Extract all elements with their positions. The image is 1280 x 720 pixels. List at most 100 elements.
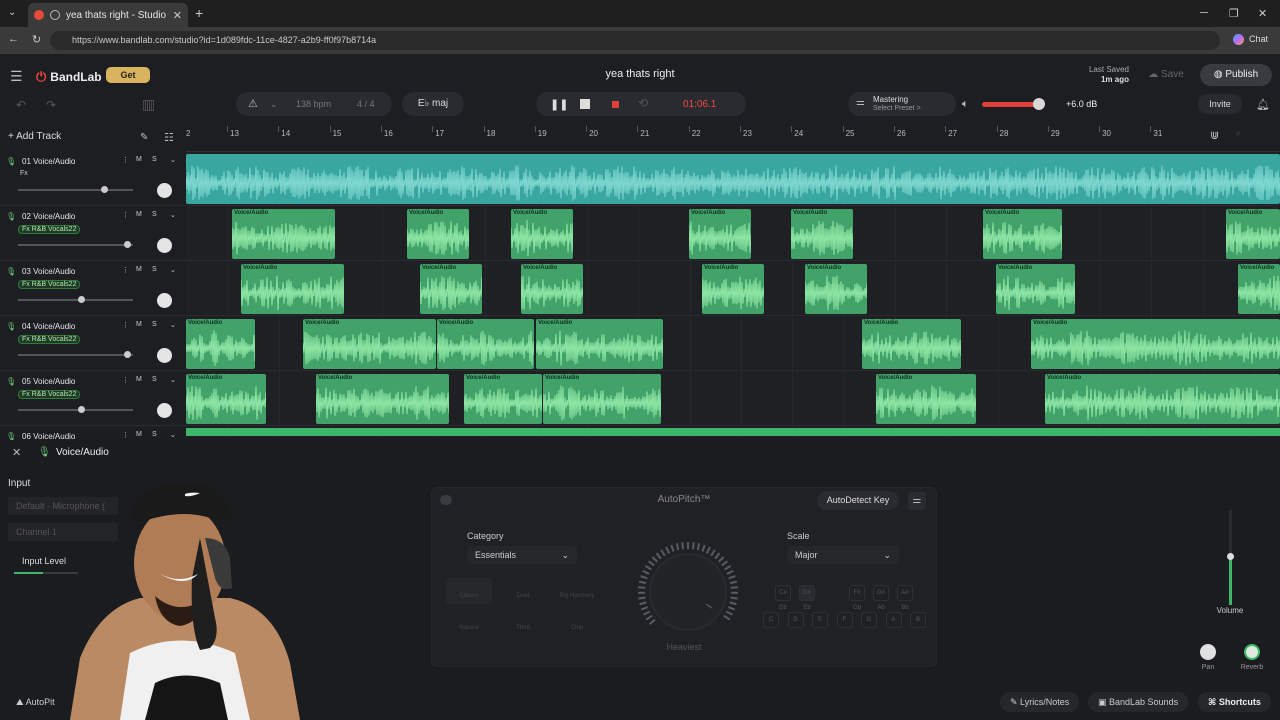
publish-button[interactable]: ◍ Publish: [1200, 64, 1272, 86]
chevron-down-icon[interactable]: ⌄: [170, 321, 176, 329]
track-pan-knob[interactable]: [157, 403, 172, 418]
chevron-down-icon[interactable]: ⌄: [170, 431, 176, 439]
fx-badge[interactable]: Fx R&B Vocals22: [18, 225, 81, 234]
audio-clip[interactable]: Voice/Audio: [983, 209, 1062, 259]
chevron-down-icon[interactable]: ⌄: [170, 376, 176, 384]
audio-clip[interactable]: [186, 154, 1280, 204]
track-volume-handle[interactable]: [78, 406, 86, 413]
audio-clip[interactable]: Voice/Audio: [241, 264, 344, 314]
mute-button[interactable]: M: [136, 431, 142, 438]
track-header[interactable]: 🎙︎ 05 Voice/Audio Fx R&B Vocals22 ⋮ M S ⌄: [0, 372, 186, 426]
audio-clip[interactable]: Voice/Audio: [996, 264, 1075, 314]
invite-button[interactable]: Invite: [1198, 94, 1242, 114]
timeline-scrollbar[interactable]: [186, 428, 1280, 436]
audio-clip[interactable]: Voice/Audio: [303, 319, 436, 369]
lyrics-notes-button[interactable]: ✎ Lyrics/Notes: [1000, 692, 1080, 712]
mute-button[interactable]: M: [136, 211, 142, 218]
track-volume-slider[interactable]: [18, 244, 133, 246]
track-pan-knob[interactable]: [157, 348, 172, 363]
settings-sliders-icon[interactable]: ☷: [164, 131, 174, 144]
track-pan-knob[interactable]: [157, 183, 172, 198]
new-tab-icon[interactable]: +: [195, 5, 203, 21]
master-volume-knob[interactable]: [1033, 98, 1045, 110]
autopitch-tab[interactable]: ⛰ AutoPit: [8, 692, 63, 712]
timeline-ruler[interactable]: 13 14 15 16 17 18 19 20 21 22 23 24 25 26 27 28 29 30 31 2 ⋓…: [186, 126, 1280, 152]
preset-button[interactable]: Duet: [500, 578, 546, 604]
audio-clip[interactable]: Voice/Audio: [521, 264, 583, 314]
save-button[interactable]: ☁ Save: [1137, 64, 1195, 86]
audio-clip[interactable]: Voice/Audio: [420, 264, 482, 314]
mastering-button[interactable]: ⚌ Mastering Select Preset >: [848, 92, 956, 116]
magnet-icon[interactable]: ⋓: [1210, 129, 1219, 142]
track-lane[interactable]: Voice/Audio Voice/Audio Voice/Audio Voice/A…: [186, 262, 1280, 316]
chevron-down-icon[interactable]: ⌄: [170, 266, 176, 274]
key-button[interactable]: D: [787, 612, 804, 628]
track-name[interactable]: 03 Voice/Audio: [22, 267, 75, 276]
mute-button[interactable]: M: [136, 156, 142, 163]
track-lanes[interactable]: Voice/Audio Voice/Audio Voice/Audio Voice/A…: [186, 152, 1280, 481]
stop-icon[interactable]: [580, 99, 590, 109]
scale-select[interactable]: Major ⌄: [787, 546, 899, 564]
more-options-icon[interactable]: ⋮: [122, 156, 129, 164]
audio-clip[interactable]: Voice/Audio: [791, 209, 853, 259]
audio-clip[interactable]: Voice/Audio: [316, 374, 449, 424]
fx-badge[interactable]: Fx: [20, 170, 28, 177]
track-lane[interactable]: Voice/Audio Voice/Audio Voice/Audio Voice/A…: [186, 372, 1280, 426]
key-button[interactable]: G# Ab: [873, 585, 889, 611]
key-button[interactable]: D# Eb: [799, 585, 815, 611]
track-volume-slider[interactable]: [18, 299, 133, 301]
autopitch-dial[interactable]: [636, 540, 740, 644]
mute-button[interactable]: M: [136, 266, 142, 273]
fx-badge[interactable]: Fx R&B Vocals22: [18, 280, 81, 289]
solo-button[interactable]: S: [152, 376, 157, 383]
speaker-icon[interactable]: 🔈︎: [962, 98, 969, 111]
audio-clip[interactable]: Voice/Audio: [1238, 264, 1280, 314]
chat-button[interactable]: Chat: [1249, 34, 1268, 44]
key-button[interactable]: E: [812, 612, 828, 628]
maximize-icon[interactable]: ❐: [1229, 7, 1239, 20]
shortcuts-button[interactable]: ⌘ Shortcuts: [1198, 692, 1271, 712]
more-options-icon[interactable]: ⋮: [122, 431, 129, 439]
key-button[interactable]: G: [861, 612, 877, 628]
audio-clip[interactable]: Voice/Audio: [464, 374, 542, 424]
url-field[interactable]: https://www.bandlab.com/studio?id=1d089f…: [50, 31, 1220, 50]
audio-clip[interactable]: Voice/Audio: [702, 264, 764, 314]
solo-button[interactable]: S: [152, 266, 157, 273]
preset-button[interactable]: Third: [500, 610, 546, 636]
track-pan-knob[interactable]: [157, 293, 172, 308]
track-header[interactable]: 🎙︎ 03 Voice/Audio Fx R&B Vocals22 ⋮ M S ⌄: [0, 262, 186, 316]
key-button[interactable]: A: [885, 612, 902, 628]
reverb-knob[interactable]: [1244, 644, 1260, 660]
track-volume-handle[interactable]: [124, 241, 132, 248]
track-name[interactable]: 01 Voice/Audio: [22, 157, 75, 166]
track-header[interactable]: 🎙︎ 02 Voice/Audio Fx R&B Vocals22 ⋮ M S ⌄: [0, 207, 186, 261]
track-lane[interactable]: Voice/Audio Voice/Audio Voice/Audio Voice/A…: [186, 207, 1280, 261]
pan-knob[interactable]: [1200, 644, 1216, 660]
track-header[interactable]: 🎙︎ 04 Voice/Audio Fx R&B Vocals22 ⋮ M S ⌄: [0, 317, 186, 371]
track-pan-knob[interactable]: [157, 238, 172, 253]
solo-button[interactable]: S: [152, 211, 157, 218]
preset-button[interactable]: Natural: [446, 610, 492, 636]
audio-clip[interactable]: Voice/Audio: [536, 319, 663, 369]
track-lane[interactable]: [186, 152, 1280, 206]
track-volume-handle[interactable]: [124, 351, 132, 358]
chevron-down-icon[interactable]: ⌄: [270, 99, 278, 110]
browser-tab[interactable]: yea thats right - Studio ✕: [28, 3, 188, 27]
track-volume-slider[interactable]: [18, 354, 133, 356]
back-icon[interactable]: ←: [8, 33, 19, 45]
track-lane[interactable]: Voice/Audio Voice/Audio Voice/Audio Voice/A…: [186, 317, 1280, 371]
audio-clip[interactable]: Voice/Audio: [1031, 319, 1280, 369]
track-volume-slider[interactable]: [18, 189, 133, 191]
key-button[interactable]: A# Bb: [897, 585, 913, 611]
minimize-icon[interactable]: ─: [1200, 7, 1208, 19]
track-volume-handle[interactable]: [78, 296, 86, 303]
track-name[interactable]: 04 Voice/Audio: [22, 322, 75, 331]
solo-button[interactable]: S: [152, 156, 157, 163]
bandlab-sounds-button[interactable]: ▣ BandLab Sounds: [1088, 692, 1189, 712]
adjust-icon[interactable]: ⚌: [908, 492, 926, 510]
more-options-icon[interactable]: ⋮: [122, 376, 129, 384]
tab-list-chevron-icon[interactable]: ⌄: [8, 7, 16, 18]
mixer-icon[interactable]: ▥: [142, 96, 155, 113]
pen-icon[interactable]: ✎: [140, 132, 148, 143]
audio-clip[interactable]: Voice/Audio: [437, 319, 534, 369]
